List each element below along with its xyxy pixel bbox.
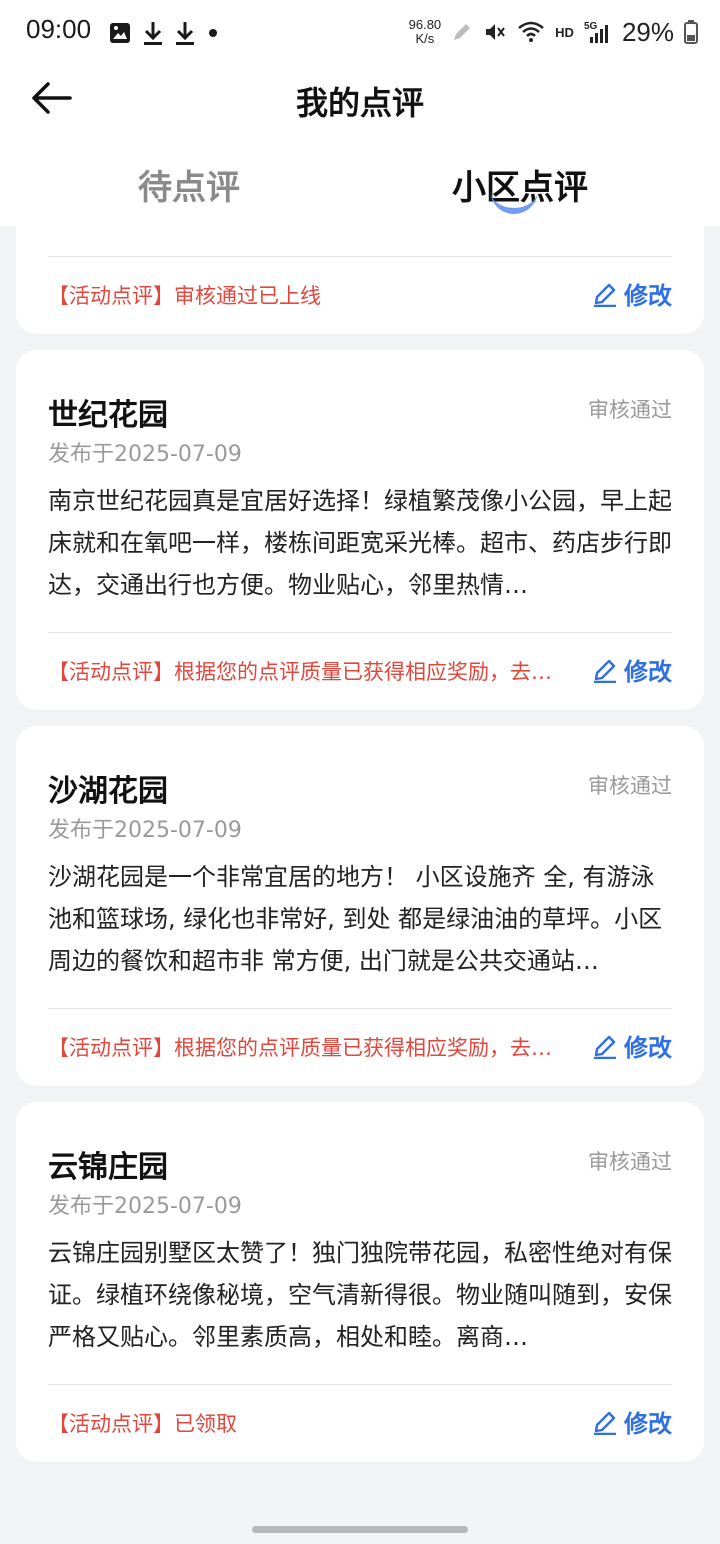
signal-icon: 5G — [584, 21, 608, 43]
review-status: 审核通过 — [588, 774, 672, 798]
review-card[interactable]: 世纪花园 审核通过 发布于2025-07-09 南京世纪花园真是宜居好选择！绿植… — [16, 350, 704, 710]
publish-date: 发布于2025-07-09 — [48, 818, 242, 843]
edit-icon — [594, 1411, 616, 1435]
edit-button[interactable]: 修改 — [592, 652, 672, 687]
review-status: 审核通过 — [588, 1150, 672, 1174]
card-divider — [48, 1384, 672, 1385]
community-name: 世纪花园 — [48, 398, 168, 433]
home-indicator[interactable] — [252, 1526, 468, 1533]
publish-date: 发布于2025-07-09 — [48, 442, 242, 467]
publish-date: 发布于2025-07-09 — [48, 1194, 242, 1219]
status-time: 09:00 — [26, 14, 92, 44]
review-status: 审核通过 — [588, 398, 672, 422]
card-divider — [48, 1008, 672, 1009]
review-content: 云锦庄园别墅区太赞了！独门独院带花园，私密性绝对有保证。绿植环绕像秘境，空气清新… — [48, 1239, 672, 1351]
edit-label: 修改 — [624, 282, 672, 310]
status-bar: 09:00 96.80 K/s HD 5G 29% — [0, 0, 720, 64]
edit-button[interactable]: 修改 — [592, 276, 672, 311]
card-divider — [48, 256, 672, 257]
card-note[interactable]: 【活动点评】根据您的点评质量已获得相应奖励，去… — [48, 656, 568, 686]
page-title: 我的点评 — [295, 84, 424, 122]
network-speed-value: 96.80 — [408, 17, 442, 32]
review-content: 南京世纪花园真是宜居好选择！绿植繁茂像小公园，早上起床就和在氧吧一样，楼栋间距宽… — [48, 487, 672, 599]
wifi-icon — [518, 21, 544, 42]
system-icons: 96.80 K/s HD 5G 29% — [409, 14, 698, 50]
download-icon — [144, 22, 162, 45]
notification-icons — [108, 18, 220, 48]
header: 我的点评 待点评 小区点评 — [0, 64, 720, 226]
network-speed: 96.80 K/s — [409, 18, 442, 46]
dot-icon — [209, 29, 217, 37]
edit-button[interactable]: 修改 — [592, 1028, 672, 1063]
card-note[interactable]: 【活动点评】根据您的点评质量已获得相应奖励，去… — [48, 1032, 568, 1062]
edit-button[interactable]: 修改 — [592, 1404, 672, 1439]
mute-icon — [486, 24, 505, 40]
review-card[interactable]: 云锦庄园 审核通过 发布于2025-07-09 云锦庄园别墅区太赞了！独门独院带… — [16, 1102, 704, 1462]
tab-pending-review[interactable]: 待点评 — [138, 160, 240, 209]
review-card-partial: 【活动点评】审核通过已上线 修改 — [16, 226, 704, 334]
review-content: 沙湖花园是一个非常宜居的地方！ 小区设施齐 全, 有游泳池和篮球场, 绿化也非常… — [48, 863, 663, 975]
review-card[interactable]: 沙湖花园 审核通过 发布于2025-07-09 沙湖花园是一个非常宜居的地方！ … — [16, 726, 704, 1086]
community-name: 沙湖花园 — [48, 774, 168, 809]
pen-icon — [454, 24, 471, 40]
download-icon-2 — [176, 22, 194, 45]
card-note: 【活动点评】已领取 — [48, 1412, 237, 1436]
gallery-icon — [110, 23, 130, 43]
edit-label: 修改 — [624, 1410, 672, 1438]
card-note: 【活动点评】审核通过已上线 — [48, 284, 321, 308]
battery-percent: 29% — [621, 16, 674, 47]
community-name: 云锦庄园 — [48, 1150, 168, 1185]
svg-text:5G: 5G — [584, 21, 598, 32]
card-divider — [48, 632, 672, 633]
network-speed-unit: K/s — [415, 31, 435, 46]
battery-icon — [684, 20, 698, 44]
edit-label: 修改 — [624, 1034, 672, 1062]
edit-icon — [594, 659, 616, 683]
edit-icon — [594, 283, 616, 307]
edit-icon — [594, 1035, 616, 1059]
edit-label: 修改 — [624, 658, 672, 686]
hd-indicator: HD — [555, 24, 574, 40]
